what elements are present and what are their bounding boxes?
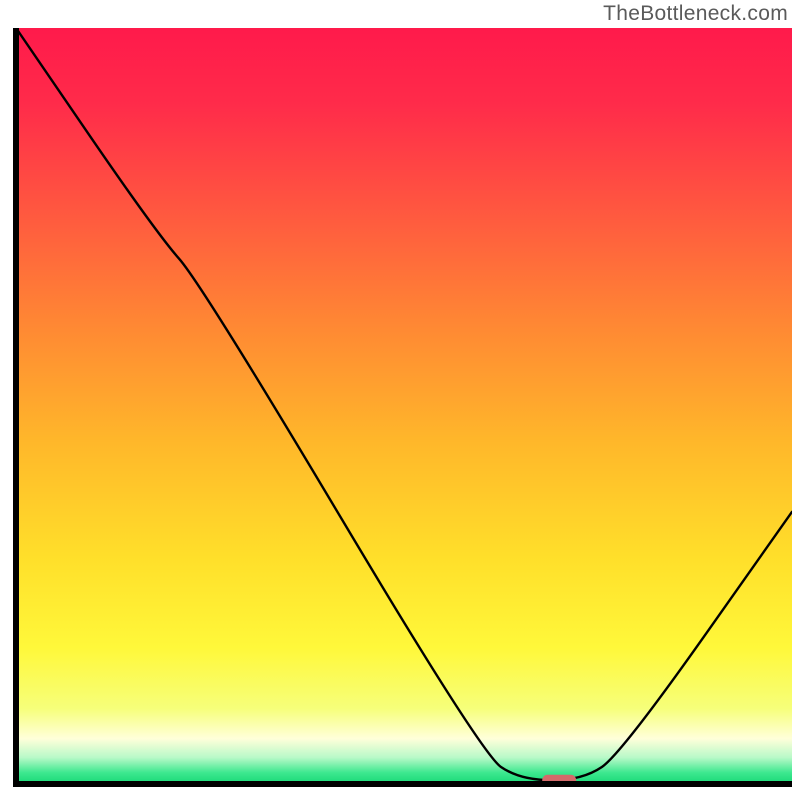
chart-gradient-background bbox=[16, 28, 792, 784]
watermark-text: TheBottleneck.com bbox=[603, 2, 788, 26]
bottleneck-chart bbox=[8, 28, 792, 792]
